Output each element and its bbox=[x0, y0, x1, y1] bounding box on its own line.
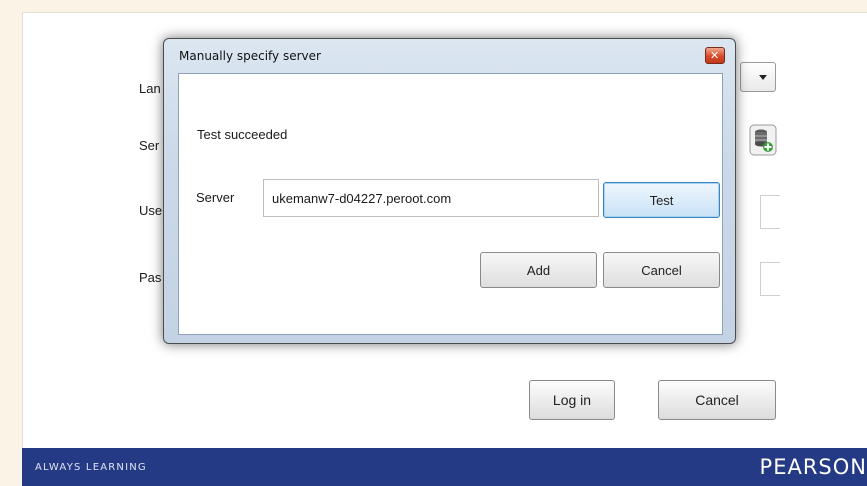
server-input[interactable] bbox=[263, 179, 599, 217]
pearson-logo: PEARSON bbox=[759, 455, 867, 479]
test-status-text: Test succeeded bbox=[197, 127, 288, 142]
dialog-cancel-button[interactable]: Cancel bbox=[603, 252, 720, 288]
footer-tagline: ALWAYS LEARNING bbox=[35, 462, 147, 473]
server-label: Server bbox=[196, 190, 235, 205]
test-button[interactable]: Test bbox=[603, 182, 720, 218]
manual-server-dialog: Manually specify server ✕ Test succeeded… bbox=[163, 38, 736, 344]
login-button[interactable]: Log in bbox=[529, 380, 615, 420]
footer-bar: ALWAYS LEARNING PEARSON bbox=[22, 448, 867, 486]
username-input[interactable] bbox=[760, 195, 780, 229]
login-cancel-button[interactable]: Cancel bbox=[658, 380, 776, 420]
server-field-label: Ser bbox=[139, 138, 160, 153]
close-icon: ✕ bbox=[710, 49, 720, 62]
dialog-title: Manually specify server bbox=[179, 49, 321, 63]
add-button[interactable]: Add bbox=[480, 252, 597, 288]
language-dropdown[interactable] bbox=[740, 62, 776, 92]
add-server-icon[interactable] bbox=[749, 124, 777, 156]
username-label: Use bbox=[139, 203, 163, 218]
dialog-body: Test succeeded Server Test Add Cancel bbox=[178, 73, 723, 335]
password-input[interactable] bbox=[760, 262, 780, 296]
language-label: Lan bbox=[139, 81, 161, 96]
chevron-down-icon bbox=[759, 75, 767, 80]
close-button[interactable]: ✕ bbox=[705, 47, 725, 64]
password-label: Pas bbox=[139, 270, 162, 285]
